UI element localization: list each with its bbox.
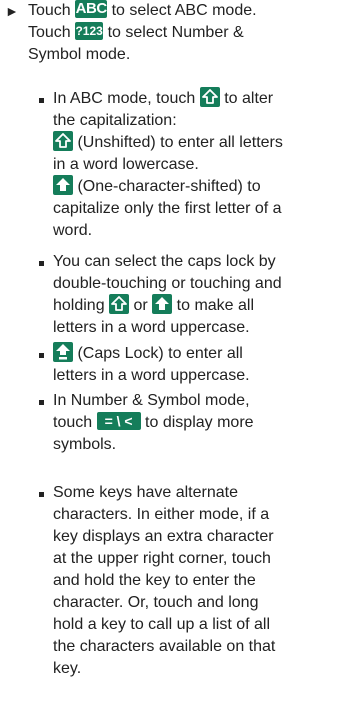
right-pointer-icon: ►: [5, 3, 19, 19]
bullet-caps-lock: (Caps Lock) to enter all letters in a wo…: [0, 342, 357, 389]
bullet-1-line-2: the capitalization:: [53, 112, 177, 129]
bullet-5-line-7: hold a key to call up a list of all: [53, 616, 271, 633]
bullet-1-line-5: (One-character-shifted) to: [53, 175, 261, 198]
bullet-5-line-2: characters. In either mode, if a: [53, 506, 270, 523]
bullet-marker: [39, 353, 44, 358]
shift-capslock-icon: [53, 342, 73, 363]
bullet-4-line-3: symbols.: [53, 436, 117, 453]
bullet-5-line-9: key.: [53, 660, 82, 677]
bullet-4-line-1: In Number & Symbol mode,: [53, 392, 250, 409]
shift-filled-icon: [152, 294, 173, 315]
bullet-marker: [39, 492, 44, 497]
bullet-1-line-7: word.: [53, 222, 93, 239]
intro-paragraph: ► Touch ABC to select ABC mode. Touch ?1…: [0, 0, 357, 70]
bullet-2-line-4: letters in a word uppercase.: [53, 319, 250, 336]
shift-outline-icon: [53, 131, 73, 152]
bullet-number-symbol: In Number & Symbol mode, touch = \ < to …: [0, 390, 357, 460]
bullet-2-line-1: You can select the caps lock by: [53, 253, 276, 270]
bullet-abc-capitalization: In ABC mode, touch to alter the capitali…: [0, 87, 357, 248]
shift-outline-icon: [199, 87, 220, 108]
bullet-5-line-8: the characters available on that: [53, 638, 276, 655]
bullet-3-line-2: letters in a word uppercase.: [53, 367, 250, 384]
bullet-1-line-1: In ABC mode, touch to alter: [53, 87, 273, 110]
bullet-5-line-1: Some keys have alternate: [53, 484, 238, 501]
number-symbol-key-icon: ?123: [75, 22, 104, 41]
intro-line-2: Touch ?123 to select Number &: [28, 22, 244, 41]
bullet-2-line-2: double-touching or touching and: [53, 275, 282, 292]
intro-line-1: Touch ABC to select ABC mode.: [28, 0, 257, 19]
shift-outline-icon: [109, 294, 130, 315]
more-symbols-key-icon: = \ <: [96, 412, 141, 431]
bullet-3-line-1: (Caps Lock) to enter all: [53, 342, 243, 365]
abc-key-icon: ABC: [75, 0, 108, 19]
bullet-4-line-2: touch = \ < to display more: [53, 412, 254, 431]
bullet-marker: [39, 400, 44, 405]
bullet-1-line-3: (Unshifted) to enter all letters: [53, 131, 283, 154]
bullet-5-line-6: character. Or, touch and long: [53, 594, 259, 611]
bullet-1-line-4: in a word lowercase.: [53, 156, 199, 173]
bullet-5-line-5: and hold the key to enter the: [53, 572, 256, 589]
bullet-marker: [39, 98, 44, 103]
bullet-marker: [39, 261, 44, 266]
shift-filled-icon: [53, 175, 73, 196]
bullet-1-line-6: capitalize only the first letter of a: [53, 200, 282, 217]
bullet-alternate-characters: Some keys have alternate characters. In …: [0, 482, 357, 682]
bullet-5-line-4: at the upper right corner, touch: [53, 550, 271, 567]
intro-line-3: Symbol mode.: [28, 46, 131, 63]
bullet-2-line-3: holding or to make all: [53, 294, 254, 317]
bullet-caps-lock-select: You can select the caps lock by double-t…: [0, 251, 357, 341]
bullet-5-line-3: key displays an extra character: [53, 528, 274, 545]
